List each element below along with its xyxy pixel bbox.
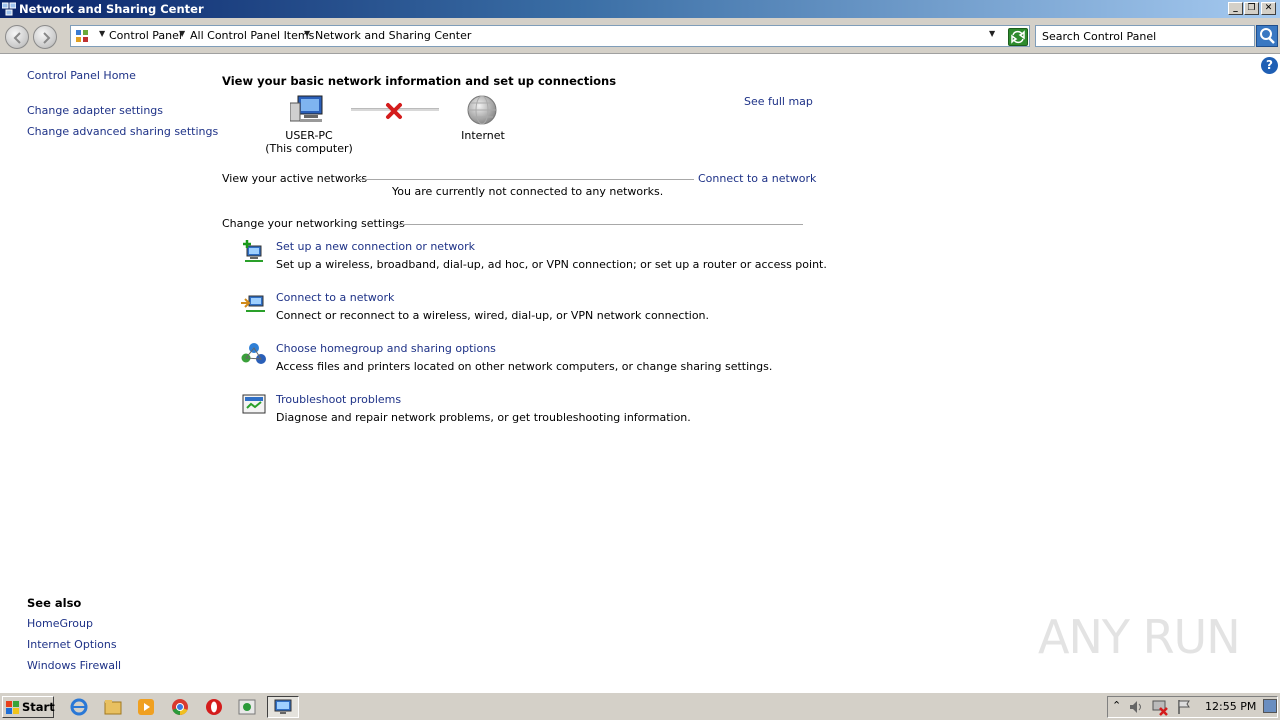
tray-expand-icon[interactable]: ⌃ bbox=[1112, 699, 1121, 712]
refresh-icon bbox=[1011, 30, 1025, 44]
start-label: Start bbox=[22, 700, 55, 714]
homegroup-link[interactable]: HomeGroup bbox=[27, 617, 93, 630]
new-connection-icon bbox=[243, 240, 263, 262]
network-center-icon bbox=[2, 2, 16, 16]
not-connected-message: You are currently not connected to any n… bbox=[392, 185, 664, 198]
close-button[interactable]: ✕ bbox=[1261, 2, 1276, 15]
control-panel-taskbar-icon[interactable] bbox=[238, 698, 256, 716]
search-input[interactable]: Search Control Panel bbox=[1035, 25, 1255, 47]
change-advanced-sharing-link[interactable]: Change advanced sharing settings bbox=[27, 125, 218, 138]
chevron-down-icon[interactable]: ▼ bbox=[99, 29, 105, 38]
address-bar: ▼ Control Panel ▼ All Control Panel Item… bbox=[0, 18, 1280, 54]
task-description: Access files and printers located on oth… bbox=[276, 360, 773, 373]
task-description: Diagnose and repair network problems, or… bbox=[276, 411, 691, 424]
internet-options-link[interactable]: Internet Options bbox=[27, 638, 117, 651]
forward-arrow-icon bbox=[43, 32, 51, 44]
speaker-icon[interactable] bbox=[1127, 698, 1145, 716]
chevron-down-icon[interactable]: ▼ bbox=[304, 29, 310, 38]
restore-button[interactable]: ❐ bbox=[1244, 2, 1259, 15]
troubleshoot-link[interactable]: Troubleshoot problems bbox=[276, 393, 401, 406]
active-window-taskbar-button[interactable] bbox=[267, 696, 299, 718]
chevron-down-icon[interactable]: ▼ bbox=[179, 29, 185, 38]
see-full-map-link[interactable]: See full map bbox=[744, 95, 813, 108]
watermark: ANY RUN bbox=[1038, 610, 1241, 664]
computer-icon bbox=[290, 95, 323, 122]
back-arrow-icon bbox=[13, 32, 21, 44]
page-title: View your basic network information and … bbox=[222, 74, 617, 88]
computer-sub-label: (This computer) bbox=[265, 142, 353, 155]
title-bar: Network and Sharing Center _ ❐ ✕ bbox=[0, 0, 1280, 18]
network-window-icon bbox=[274, 699, 292, 714]
setup-connection-link[interactable]: Set up a new connection or network bbox=[276, 240, 475, 253]
breadcrumb[interactable]: ▼ Control Panel ▼ All Control Panel Item… bbox=[70, 25, 1030, 47]
globe-icon bbox=[467, 95, 497, 125]
windows-firewall-link[interactable]: Windows Firewall bbox=[27, 659, 121, 672]
control-panel-icon bbox=[76, 30, 88, 42]
windows-logo-icon bbox=[6, 701, 19, 714]
change-adapter-settings-link[interactable]: Change adapter settings bbox=[27, 104, 163, 117]
action-center-flag-icon[interactable] bbox=[1175, 698, 1193, 716]
see-also-heading: See also bbox=[27, 596, 82, 610]
homegroup-sharing-link[interactable]: Choose homegroup and sharing options bbox=[276, 342, 496, 355]
show-desktop-button[interactable] bbox=[1263, 699, 1277, 713]
connect-network-icon bbox=[241, 295, 265, 312]
search-icon bbox=[1260, 28, 1275, 44]
ie-icon[interactable] bbox=[70, 698, 88, 716]
control-panel-home-link[interactable]: Control Panel Home bbox=[27, 69, 136, 82]
breadcrumb-control-panel[interactable]: Control Panel bbox=[109, 29, 182, 42]
disconnected-x-icon bbox=[386, 103, 402, 119]
address-dropdown-icon[interactable]: ▼ bbox=[989, 29, 995, 38]
homegroup-icon bbox=[241, 343, 266, 364]
breadcrumb-all-items[interactable]: All Control Panel Items bbox=[190, 29, 314, 42]
opera-icon[interactable] bbox=[205, 698, 223, 716]
media-player-icon[interactable] bbox=[137, 698, 155, 716]
computer-name: USER-PC bbox=[285, 129, 333, 142]
chrome-icon[interactable] bbox=[171, 698, 189, 716]
refresh-button[interactable] bbox=[1008, 28, 1028, 46]
networking-settings-heading: Change your networking settings bbox=[222, 217, 405, 230]
section-divider bbox=[387, 224, 803, 225]
connect-to-network-link[interactable]: Connect to a network bbox=[698, 172, 816, 185]
task-description: Connect or reconnect to a wireless, wire… bbox=[276, 309, 710, 322]
minimize-button[interactable]: _ bbox=[1228, 2, 1243, 15]
internet-label: Internet bbox=[461, 129, 505, 142]
clock[interactable]: 12:55 PM bbox=[1205, 700, 1256, 713]
breadcrumb-network-center[interactable]: Network and Sharing Center bbox=[315, 29, 471, 42]
network-disconnected-icon[interactable] bbox=[1151, 698, 1169, 716]
active-networks-heading: View your active networks bbox=[222, 172, 368, 185]
help-button[interactable]: ? bbox=[1261, 57, 1278, 74]
start-button[interactable]: Start bbox=[2, 696, 55, 718]
window-title: Network and Sharing Center bbox=[19, 2, 204, 16]
taskbar: Start ⌃ 12:55 PM bbox=[0, 692, 1280, 720]
explorer-folder-icon[interactable] bbox=[104, 698, 122, 716]
section-divider bbox=[354, 179, 694, 180]
back-button[interactable] bbox=[5, 25, 29, 49]
troubleshoot-icon bbox=[242, 394, 266, 414]
connect-network-task-link[interactable]: Connect to a network bbox=[276, 291, 394, 304]
forward-button[interactable] bbox=[33, 25, 57, 49]
search-button[interactable] bbox=[1256, 25, 1278, 47]
task-description: Set up a wireless, broadband, dial-up, a… bbox=[276, 258, 827, 271]
